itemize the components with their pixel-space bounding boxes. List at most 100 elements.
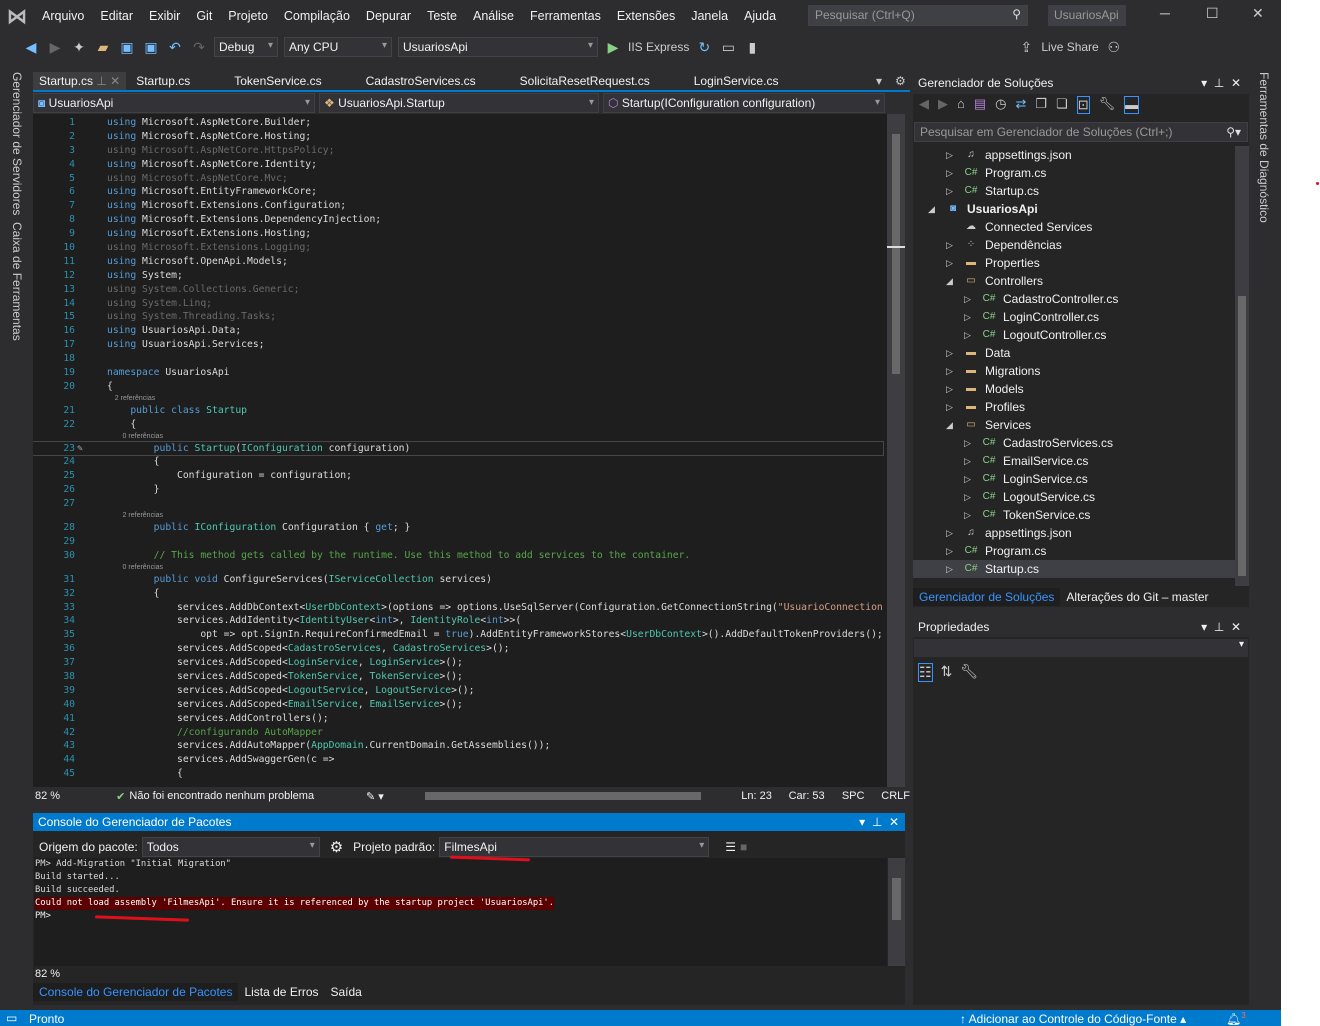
horizontal-scrollbar[interactable]: [425, 792, 702, 800]
undo-icon[interactable]: ↶: [166, 39, 184, 56]
console-zoom[interactable]: 82 %: [35, 968, 60, 980]
codelens-references[interactable]: 2 referências: [33, 511, 883, 521]
menu-item-8[interactable]: Análise: [465, 9, 522, 23]
save-all-icon[interactable]: ▣: [142, 39, 160, 56]
menu-item-10[interactable]: Extensões: [609, 9, 683, 23]
categorized-icon[interactable]: ☷: [918, 663, 933, 682]
refresh-icon[interactable]: ↻: [695, 39, 713, 56]
bottom-tab-1[interactable]: Lista de Erros: [238, 983, 324, 1001]
back-icon[interactable]: ◀: [22, 39, 40, 56]
tree-item[interactable]: ◢ ◙ UsuariosApi: [913, 200, 1235, 218]
properties-wrench-icon[interactable]: 🔧︎: [1099, 96, 1116, 114]
collapsed-icon[interactable]: ▷: [946, 236, 953, 254]
cleanup-icon[interactable]: ✎ ▾: [366, 790, 415, 803]
class-nav-select[interactable]: ❖ UsuariosApi.Startup: [319, 93, 599, 113]
collapsed-icon[interactable]: ▷: [964, 290, 971, 308]
codelens-references[interactable]: 0 referências: [33, 563, 883, 573]
problems-status[interactable]: Não foi encontrado nenhum problema: [129, 790, 366, 802]
pin-close-icons[interactable]: ⊥ ✕: [93, 74, 120, 88]
settings-icon[interactable]: ⚙: [895, 74, 906, 88]
solution-search-input[interactable]: Pesquisar em Gerenciador de Soluções (Ct…: [914, 122, 1248, 142]
bottom-tab-2[interactable]: Saída: [325, 983, 368, 1001]
tree-item[interactable]: ▷ C# Program.cs: [913, 164, 1235, 182]
tree-item[interactable]: ▷ ▬ Data: [913, 344, 1235, 362]
configuration-select[interactable]: Debug: [214, 37, 278, 57]
bookmark-icon[interactable]: ▮: [743, 39, 761, 56]
collapse-all-icon[interactable]: ❐: [1035, 96, 1047, 114]
collapsed-icon[interactable]: ▷: [946, 254, 953, 272]
member-nav-select[interactable]: ⬡ Startup(IConfiguration configuration): [603, 93, 885, 113]
play-icon[interactable]: ▶: [604, 39, 622, 56]
expanded-icon[interactable]: ◢: [928, 200, 935, 218]
tab-solution-explorer[interactable]: Gerenciador de Soluções: [913, 588, 1061, 606]
editor-scrollbar[interactable]: [887, 114, 905, 787]
tree-scrollbar[interactable]: [1235, 146, 1249, 586]
tree-item[interactable]: ▷ ♫ appsettings.json: [913, 146, 1235, 164]
tree-item[interactable]: ▷ C# Program.cs: [913, 542, 1235, 560]
sync-icon[interactable]: ⇄: [1016, 96, 1027, 114]
tree-item[interactable]: ▷ ▬ Models: [913, 380, 1235, 398]
feedback-icon[interactable]: ⚇: [1105, 39, 1123, 56]
show-all-files-icon[interactable]: ❏: [1056, 96, 1068, 114]
home-icon[interactable]: ⌂: [957, 96, 965, 114]
settings-icon[interactable]: ⚙: [330, 838, 343, 856]
menu-item-11[interactable]: Janela: [683, 9, 736, 23]
tree-item[interactable]: ▷ ♫ appsettings.json: [913, 524, 1235, 542]
menu-item-2[interactable]: Exibir: [141, 9, 188, 23]
collapsed-icon[interactable]: ▷: [946, 380, 953, 398]
maximize-icon[interactable]: ☐: [1206, 5, 1219, 22]
codelens-references[interactable]: 2 referências: [33, 394, 883, 404]
tree-item[interactable]: ▷ C# LoginService.cs: [913, 470, 1235, 488]
tree-item[interactable]: ▷ C# Startup.cs: [913, 182, 1235, 200]
console-scrollbar[interactable]: [888, 858, 905, 966]
menu-item-3[interactable]: Git: [188, 9, 220, 23]
collapsed-icon[interactable]: ▷: [946, 344, 953, 362]
open-folder-icon[interactable]: ▰: [94, 39, 112, 56]
expanded-icon[interactable]: ◢: [946, 272, 953, 290]
tab-list-icon[interactable]: ▾: [876, 74, 882, 88]
tab-4[interactable]: SolicitaResetRequest.cs: [514, 72, 656, 90]
collapsed-icon[interactable]: ▷: [964, 452, 971, 470]
bottom-tab-0[interactable]: Console do Gerenciador de Pacotes: [33, 983, 239, 1001]
clear-console-icon[interactable]: ☰: [725, 840, 736, 854]
toggle-icon[interactable]: ▬: [1124, 96, 1140, 114]
close-window-icon[interactable]: ✕: [1252, 5, 1264, 22]
tab-0[interactable]: Startup.cs ⊥ ✕: [33, 72, 127, 90]
menu-item-6[interactable]: Depurar: [358, 9, 419, 23]
run-button[interactable]: IIS Express: [628, 40, 689, 54]
server-explorer-tab[interactable]: Gerenciador de Servidores: [10, 72, 24, 215]
tree-item[interactable]: ▷ ▬ Migrations: [913, 362, 1235, 380]
menu-item-4[interactable]: Projeto: [220, 9, 276, 23]
switch-view-icon[interactable]: ▤: [974, 96, 986, 114]
properties-object-select[interactable]: ▾: [914, 639, 1248, 657]
menu-item-9[interactable]: Ferramentas: [522, 9, 609, 23]
tree-item[interactable]: ▷ C# Startup.cs: [913, 560, 1235, 578]
tree-item[interactable]: ▷ C# LogoutService.cs: [913, 488, 1235, 506]
tree-item[interactable]: ▷ C# EmailService.cs: [913, 452, 1235, 470]
stop-icon[interactable]: ■: [740, 840, 747, 854]
collapsed-icon[interactable]: ▷: [946, 560, 953, 578]
collapsed-icon[interactable]: ▷: [964, 488, 971, 506]
menu-item-7[interactable]: Teste: [419, 9, 465, 23]
menu-item-5[interactable]: Compilação: [276, 9, 358, 23]
live-share-icon[interactable]: ⇪: [1017, 39, 1035, 56]
collapsed-icon[interactable]: ▷: [946, 524, 953, 542]
tree-item[interactable]: ▷ C# TokenService.cs: [913, 506, 1235, 524]
tree-item[interactable]: ▷ ▬ Properties: [913, 254, 1235, 272]
collapsed-icon[interactable]: ▷: [946, 182, 953, 200]
tree-item[interactable]: ◢ ▭ Controllers: [913, 272, 1235, 290]
panel-window-icons[interactable]: ▾ ⊥ ✕: [1201, 76, 1241, 90]
folder-search-icon[interactable]: ▭: [719, 39, 737, 56]
tab-5[interactable]: LoginService.cs: [688, 72, 785, 90]
collapsed-icon[interactable]: ▷: [946, 398, 953, 416]
menu-item-12[interactable]: Ajuda: [736, 9, 784, 23]
new-item-icon[interactable]: ✦: [70, 39, 88, 56]
default-project-select[interactable]: FilmesApi: [439, 837, 710, 857]
property-pages-icon[interactable]: 🔧︎: [960, 663, 978, 682]
collapsed-icon[interactable]: ▷: [964, 506, 971, 524]
tab-2[interactable]: TokenService.cs: [228, 72, 327, 90]
package-source-select[interactable]: Todos: [141, 837, 320, 857]
collapsed-icon[interactable]: ▷: [946, 164, 953, 182]
tree-item[interactable]: ◢ ▭ Services: [913, 416, 1235, 434]
menu-item-1[interactable]: Editar: [92, 9, 141, 23]
